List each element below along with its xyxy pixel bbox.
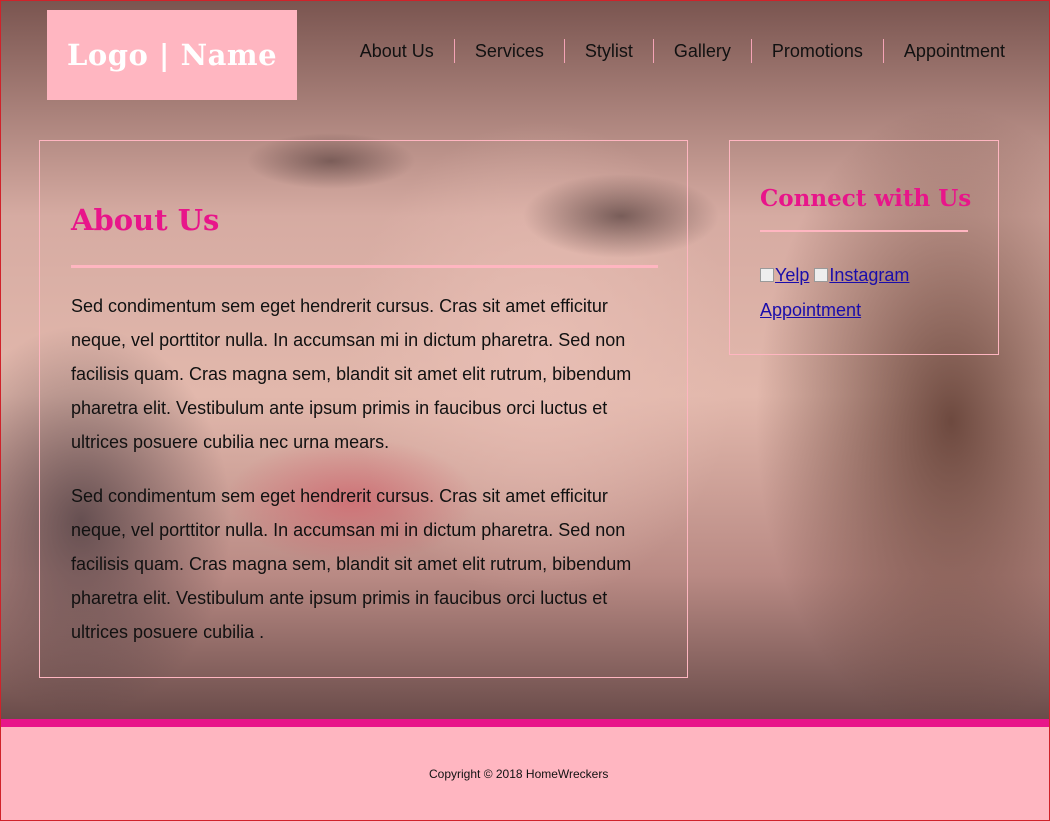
connect-divider [760, 230, 968, 232]
footer-accent-stripe [1, 719, 1049, 727]
broken-image-icon [814, 268, 829, 282]
page-frame: Logo | Name About Us Services Stylist Ga… [0, 0, 1050, 821]
about-title: About Us [71, 203, 220, 237]
nav-stylist[interactable]: Stylist [563, 39, 653, 63]
connect-section: Connect with Us Yelp Instagram Appointme… [729, 140, 999, 355]
instagram-alt-text: Instagram [829, 265, 910, 285]
nav-promotions[interactable]: Promotions [750, 39, 883, 63]
main-nav: About Us Services Stylist Gallery Promot… [340, 39, 1005, 63]
yelp-alt-text: Yelp [775, 265, 810, 285]
logo-text: Logo | Name [66, 38, 278, 72]
nav-services[interactable]: Services [453, 39, 564, 63]
site-logo[interactable]: Logo | Name [47, 10, 297, 100]
appointment-link[interactable]: Appointment [760, 300, 861, 320]
connect-title: Connect with Us [760, 185, 972, 212]
broken-image-icon [760, 268, 774, 282]
about-paragraph-2: Sed condimentum sem eget hendrerit cursu… [71, 486, 632, 642]
nav-appointment[interactable]: Appointment [882, 39, 1005, 63]
copyright-text: Copyright © 2018 HomeWreckers [429, 767, 609, 781]
about-section: About Us Sed condimentum sem eget hendre… [39, 140, 688, 678]
instagram-link[interactable]: Instagram [814, 258, 909, 292]
yelp-link[interactable]: Yelp [760, 258, 809, 292]
social-links: Yelp Instagram Appointment [760, 258, 909, 327]
nav-gallery[interactable]: Gallery [652, 39, 751, 63]
about-divider [71, 265, 658, 268]
about-paragraph-1: Sed condimentum sem eget hendrerit cursu… [71, 296, 632, 452]
site-footer: Copyright © 2018 HomeWreckers [1, 727, 1049, 820]
nav-about-us[interactable]: About Us [340, 39, 454, 63]
